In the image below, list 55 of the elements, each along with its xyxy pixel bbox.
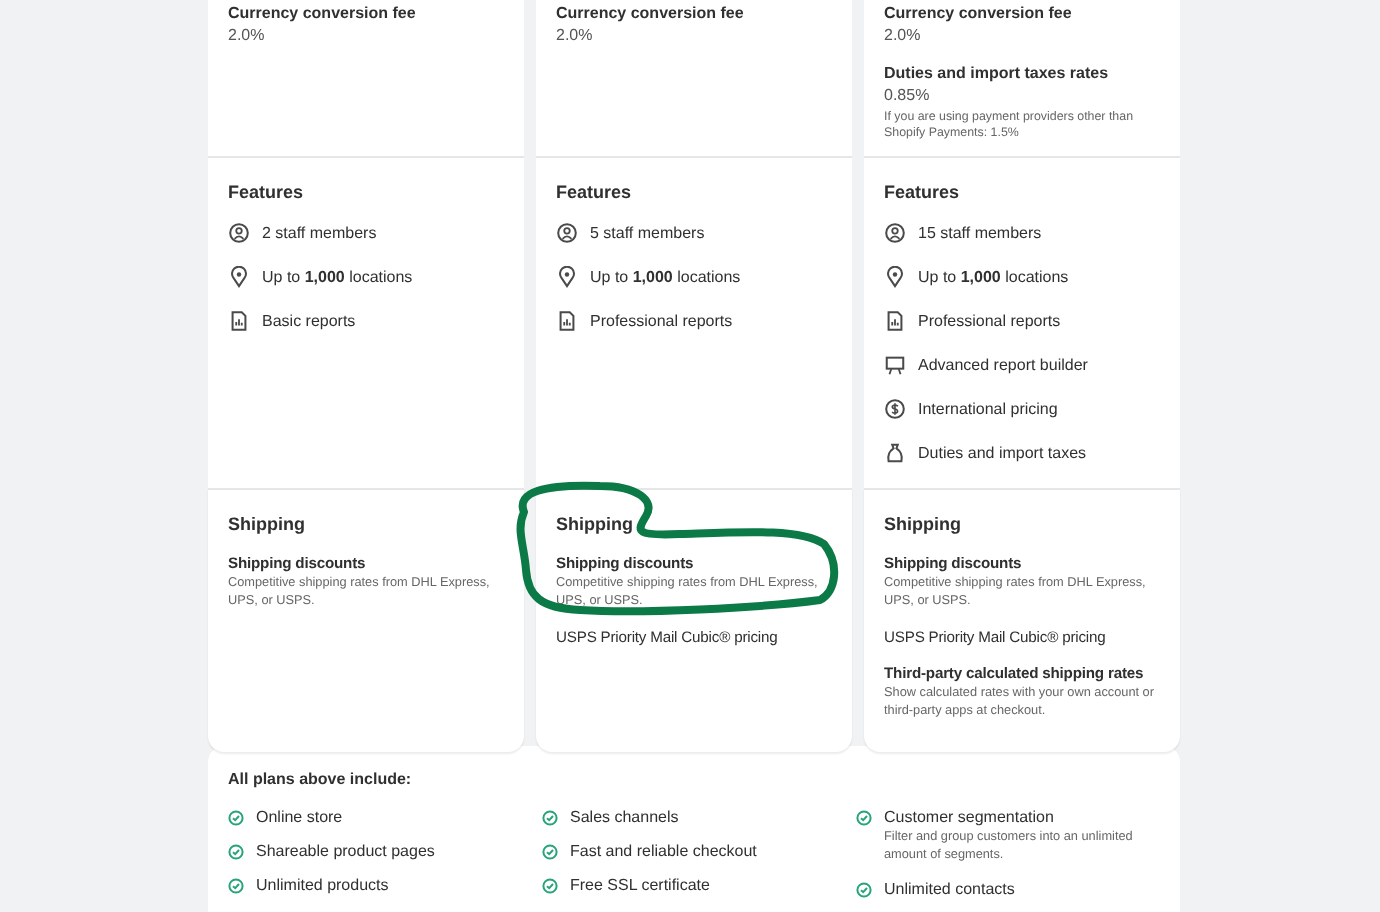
- feature-text: International pricing: [918, 400, 1058, 418]
- included-heading: All plans above include:: [228, 770, 414, 788]
- section-heading: Shipping: [884, 514, 963, 534]
- fee-label: Currency conversion fee: [556, 4, 746, 22]
- included-feature: Unlimited products: [256, 876, 389, 894]
- check-circle-icon: [228, 878, 244, 894]
- fee-label: Currency conversion fee: [228, 4, 418, 22]
- person-circle-icon: [228, 222, 250, 244]
- feature-text: Up to 1,000 locations: [918, 268, 1069, 286]
- fee-label: Duties and import taxes rates: [884, 64, 1111, 82]
- section-heading: Features: [884, 182, 962, 202]
- person-circle-icon: [556, 222, 578, 244]
- included-feature: Shareable product pages: [256, 842, 435, 860]
- document-chart-icon: [884, 310, 906, 332]
- feature-text: 5 staff members: [590, 224, 705, 242]
- check-circle-icon: [542, 810, 558, 826]
- document-chart-icon: [556, 310, 578, 332]
- section-heading: Shipping: [556, 514, 635, 534]
- document-chart-icon: [228, 310, 250, 332]
- feature-text: Professional reports: [918, 312, 1061, 330]
- included-feature: Unlimited contacts: [884, 880, 1015, 899]
- fee-value: 2.0%: [884, 26, 923, 44]
- section-heading: Features: [228, 182, 306, 202]
- check-circle-icon: [856, 810, 872, 826]
- included-feature: Free SSL certificate: [570, 876, 710, 894]
- fee-value: 2.0%: [556, 26, 595, 44]
- section-heading: Features: [556, 182, 634, 202]
- feature-text: Basic reports: [262, 312, 356, 330]
- location-pin-icon: [228, 266, 250, 288]
- check-circle-icon: [856, 882, 872, 899]
- feature-text: 15 staff members: [918, 224, 1042, 242]
- check-circle-icon: [542, 844, 558, 860]
- check-circle-icon: [228, 844, 244, 860]
- fee-value: 0.85%: [884, 86, 932, 104]
- feature-text: Duties and import taxes: [918, 444, 1087, 462]
- person-circle-icon: [884, 222, 906, 244]
- feature-text: Professional reports: [590, 312, 733, 330]
- check-circle-icon: [228, 810, 244, 826]
- easel-icon: [884, 354, 906, 376]
- check-circle-icon: [542, 878, 558, 894]
- location-pin-icon: [884, 266, 906, 288]
- location-pin-icon: [556, 266, 578, 288]
- included-feature: Customer segmentation: [884, 808, 1056, 826]
- feature-text: Up to 1,000 locations: [590, 268, 741, 286]
- included-feature: Online store: [256, 808, 343, 826]
- fee-value: 2.0%: [228, 26, 267, 44]
- included-feature: Sales channels: [570, 808, 679, 826]
- fee-label: Currency conversion fee: [884, 4, 1074, 22]
- money-bag-icon: [884, 442, 906, 464]
- dollar-circle-icon: [884, 398, 906, 420]
- feature-text: Up to 1,000 locations: [262, 268, 413, 286]
- section-heading: Shipping: [228, 514, 307, 534]
- feature-text: 2 staff members: [262, 224, 377, 242]
- included-feature: Fast and reliable checkout: [570, 842, 757, 860]
- feature-text: Advanced report builder: [918, 356, 1088, 374]
